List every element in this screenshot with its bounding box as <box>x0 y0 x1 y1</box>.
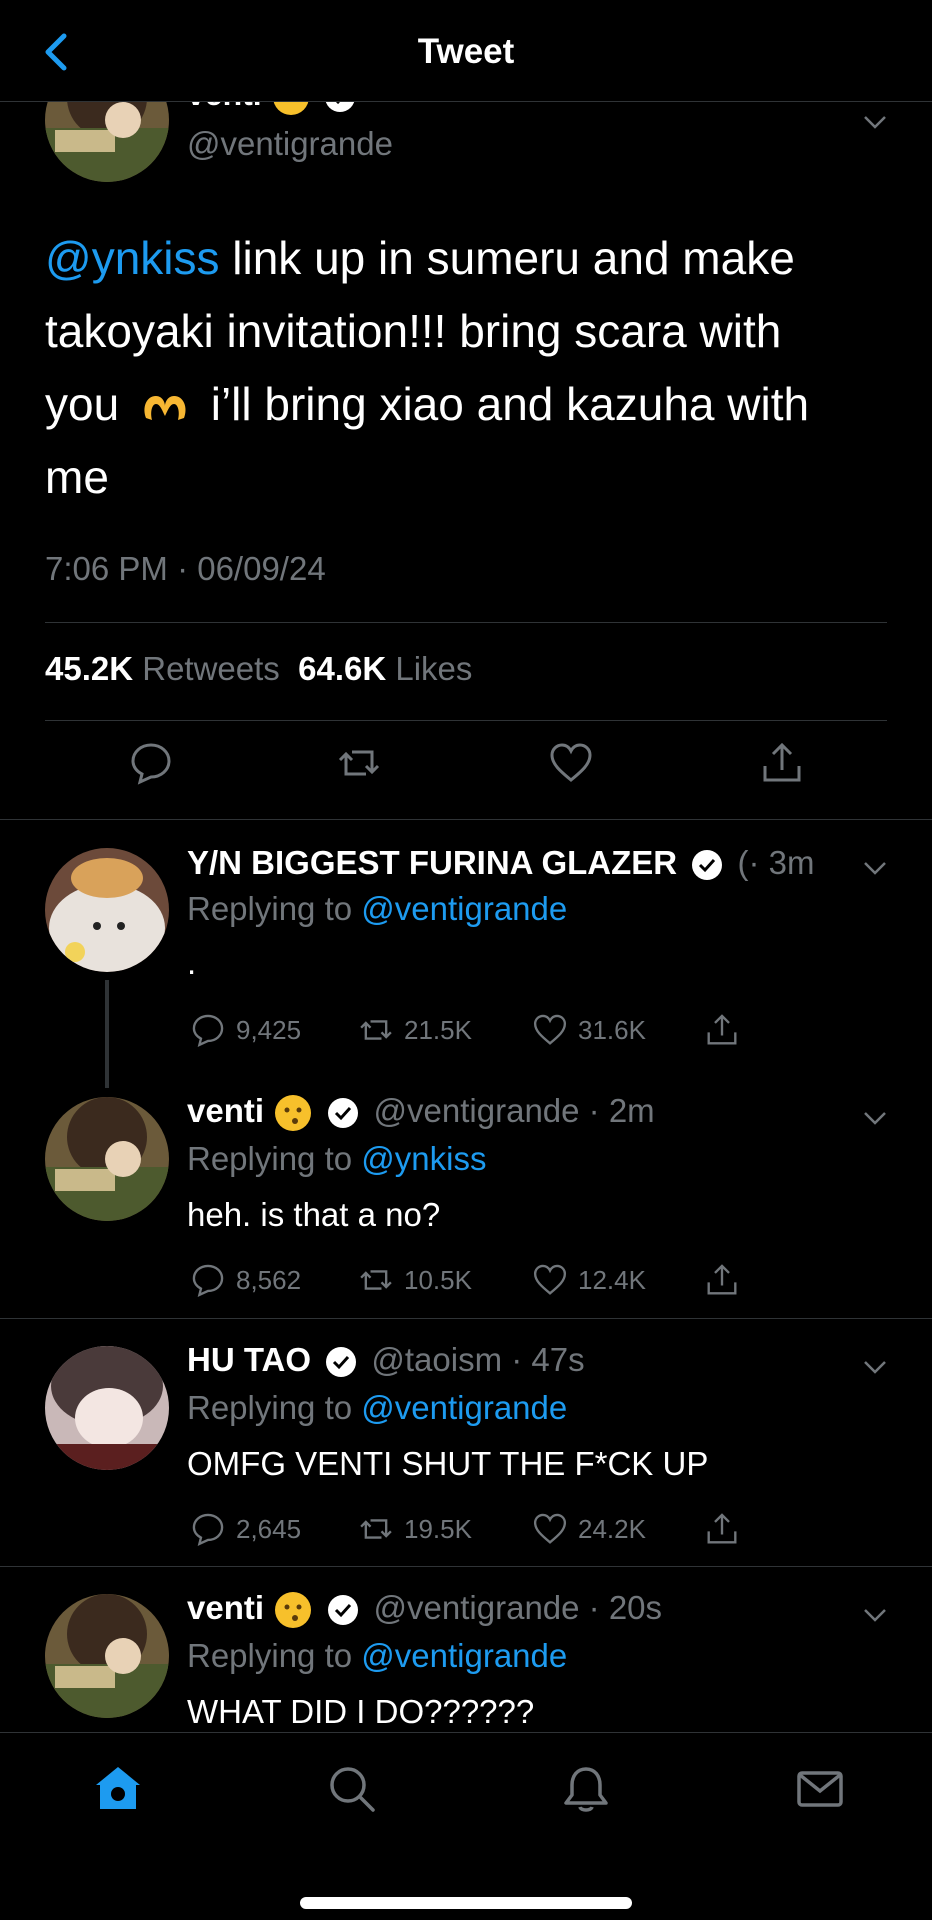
mention-link[interactable]: @ynkiss <box>45 232 220 284</box>
mention-link[interactable]: @ynkiss <box>361 1140 486 1177</box>
main-tweet-author-handle[interactable]: @ventigrande <box>187 125 393 163</box>
tweet-timestamp: 7:06 PM · 06/09/24 <box>45 550 326 587</box>
replying-to: Replying to @ventigrande <box>187 1389 568 1426</box>
reply-author-name[interactable]: venti @ventigrande · 20s <box>187 1589 662 1630</box>
home-indicator[interactable] <box>300 1897 632 1909</box>
reply-actions: 8,562 10.5K 12.4K <box>190 1260 750 1300</box>
share-icon <box>707 1513 737 1544</box>
verified-badge-icon <box>328 1595 359 1626</box>
reply-text: . <box>187 944 197 981</box>
reply-tweet[interactable]: HU TAO @taoism · 47s Replying to @ventig… <box>0 1319 932 1567</box>
reply-avatar[interactable] <box>45 1594 169 1718</box>
mention-link[interactable]: @ventigrande <box>361 890 567 927</box>
bottom-tab-bar <box>0 1732 932 1920</box>
reply-text: OMFG VENTI SHUT THE F*CK UP <box>187 1445 709 1482</box>
replying-to: Replying to @ynkiss <box>187 1140 487 1177</box>
retweet-icon <box>360 1519 392 1539</box>
share-button[interactable] <box>704 1509 740 1549</box>
like-button[interactable]: 31.6K <box>532 1010 646 1050</box>
mention-link[interactable]: @ventigrande <box>361 1389 567 1426</box>
main-tweet-actions <box>0 740 932 800</box>
mention-link[interactable]: @ventigrande <box>361 1637 567 1674</box>
like-button[interactable]: 24.2K <box>532 1509 646 1549</box>
share-icon[interactable] <box>759 740 805 786</box>
reply-button[interactable]: 2,645 <box>190 1509 301 1549</box>
reply-button[interactable]: 9,425 <box>190 1010 301 1050</box>
reply-icon <box>192 1264 224 1297</box>
reply-author-name[interactable]: venti @ventigrande · 2m <box>187 1092 655 1133</box>
chevron-down-icon[interactable] <box>862 1359 888 1375</box>
reply-tweet[interactable]: venti @ventigrande · 2m Replying to @ynk… <box>0 1070 932 1318</box>
like-heart-icon <box>533 1513 567 1544</box>
top-header: Tweet <box>0 0 932 102</box>
kissing-face-emoji-icon <box>275 1592 312 1629</box>
reply-avatar[interactable] <box>45 1346 169 1470</box>
notifications-bell-icon[interactable] <box>560 1763 612 1815</box>
share-icon <box>707 1014 737 1045</box>
reply-icon[interactable] <box>128 740 174 786</box>
replying-to: Replying to @ventigrande <box>187 890 568 927</box>
likes-stat[interactable]: 64.6K Likes <box>298 650 472 687</box>
kissing-face-emoji-icon <box>275 1095 312 1132</box>
reply-avatar[interactable] <box>45 848 169 972</box>
retweet-button[interactable]: 19.5K <box>358 1509 472 1549</box>
verified-badge-icon <box>328 1098 359 1129</box>
like-heart-icon[interactable] <box>548 740 594 786</box>
reply-author-name[interactable]: HU TAO @taoism · 47s <box>187 1341 585 1379</box>
reply-button[interactable]: 8,562 <box>190 1260 301 1300</box>
verified-badge-icon <box>326 1347 357 1378</box>
chevron-down-icon[interactable] <box>862 114 888 130</box>
home-icon[interactable] <box>92 1763 144 1815</box>
retweets-stat[interactable]: 45.2K Retweets <box>45 650 280 687</box>
reply-text: heh. is that a no? <box>187 1196 441 1233</box>
retweet-icon[interactable] <box>336 740 382 786</box>
retweet-icon <box>360 1270 392 1290</box>
share-button[interactable] <box>704 1260 740 1300</box>
heart-hands-emoji-icon <box>144 395 186 420</box>
search-icon[interactable] <box>326 1763 378 1815</box>
share-button[interactable] <box>704 1010 740 1050</box>
reply-avatar[interactable] <box>45 1097 169 1221</box>
reply-tweet[interactable]: venti @ventigrande · 20s Replying to @ve… <box>0 1567 932 1737</box>
tweet-stats: 45.2K Retweets 64.6K Likes <box>45 650 472 688</box>
like-button[interactable]: 12.4K <box>532 1260 646 1300</box>
chevron-down-icon[interactable] <box>862 1110 888 1126</box>
divider <box>45 622 887 623</box>
chevron-down-icon[interactable] <box>862 1607 888 1623</box>
page-title: Tweet <box>417 32 515 71</box>
main-tweet-text: @ynkiss link up in sumeru and make takoy… <box>45 232 810 503</box>
like-heart-icon <box>533 1014 567 1045</box>
reply-author-name[interactable]: Y/N BIGGEST FURINA GLAZER (· 3m <box>187 844 814 882</box>
replying-to: Replying to @ventigrande <box>187 1637 568 1674</box>
reply-tweet[interactable]: Y/N BIGGEST FURINA GLAZER (· 3m Replying… <box>0 820 932 1090</box>
verified-badge-icon <box>692 850 723 881</box>
reply-icon <box>192 1513 224 1546</box>
retweet-icon <box>360 1020 392 1040</box>
messages-envelope-icon[interactable] <box>794 1763 846 1815</box>
reply-text: WHAT DID I DO?????? <box>187 1693 535 1730</box>
retweet-button[interactable]: 10.5K <box>358 1260 472 1300</box>
retweet-button[interactable]: 21.5K <box>358 1010 472 1050</box>
reply-icon <box>192 1014 224 1047</box>
reply-actions: 9,425 21.5K 31.6K <box>190 1010 750 1050</box>
divider <box>45 720 887 721</box>
reply-actions: 2,645 19.5K 24.2K <box>190 1509 750 1549</box>
share-icon <box>707 1264 737 1295</box>
like-heart-icon <box>533 1264 567 1295</box>
chevron-down-icon[interactable] <box>862 860 888 876</box>
